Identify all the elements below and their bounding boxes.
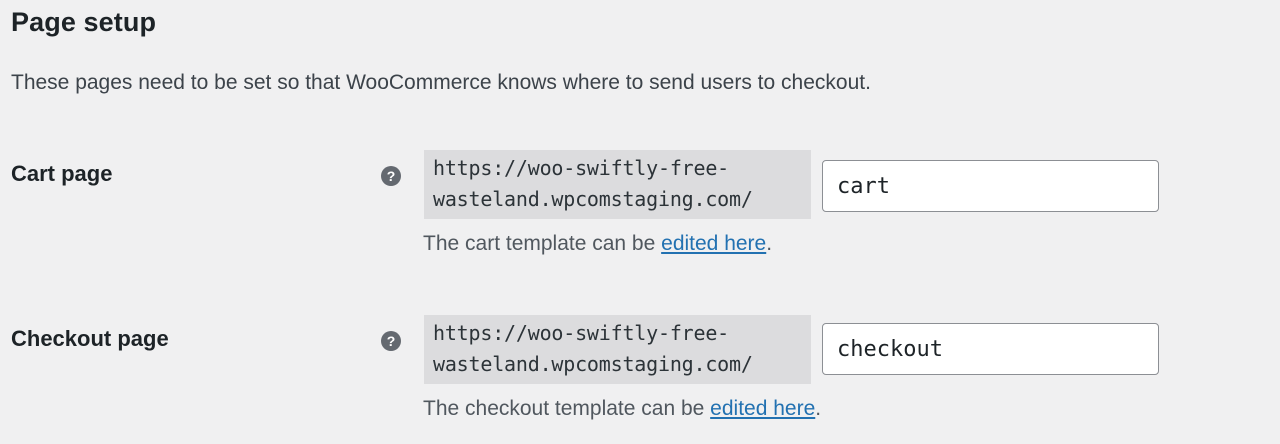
cart-page-label: Cart page <box>11 161 113 186</box>
checkout-page-help-text: The checkout template can be edited here… <box>423 397 821 421</box>
checkout-page-slug-input[interactable] <box>822 323 1159 375</box>
question-mark-icon[interactable]: ? <box>381 166 401 186</box>
checkout-edit-template-link[interactable]: edited here <box>710 397 815 420</box>
checkout-help-text-before: The checkout template can be <box>423 397 711 420</box>
page-description: These pages need to be set so that WooCo… <box>11 71 871 94</box>
checkout-page-label: Checkout page <box>11 326 169 351</box>
cart-page-help-text: The cart template can be edited here. <box>423 232 772 256</box>
question-mark-icon[interactable]: ? <box>381 331 401 351</box>
page-setup-section: Page setup These pages need to be set so… <box>0 0 1280 444</box>
checkout-help-text-after: . <box>815 397 822 420</box>
cart-edit-template-link[interactable]: edited here <box>661 232 766 255</box>
checkout-page-url-prefix: https://woo-swiftly-free- wasteland.wpco… <box>424 315 811 384</box>
cart-page-url-prefix: https://woo-swiftly-free- wasteland.wpco… <box>424 150 811 219</box>
cart-help-text-after: . <box>766 232 773 255</box>
page-title: Page setup <box>11 7 157 37</box>
cart-help-text-before: The cart template can be <box>423 232 662 255</box>
cart-page-slug-input[interactable] <box>822 160 1159 212</box>
